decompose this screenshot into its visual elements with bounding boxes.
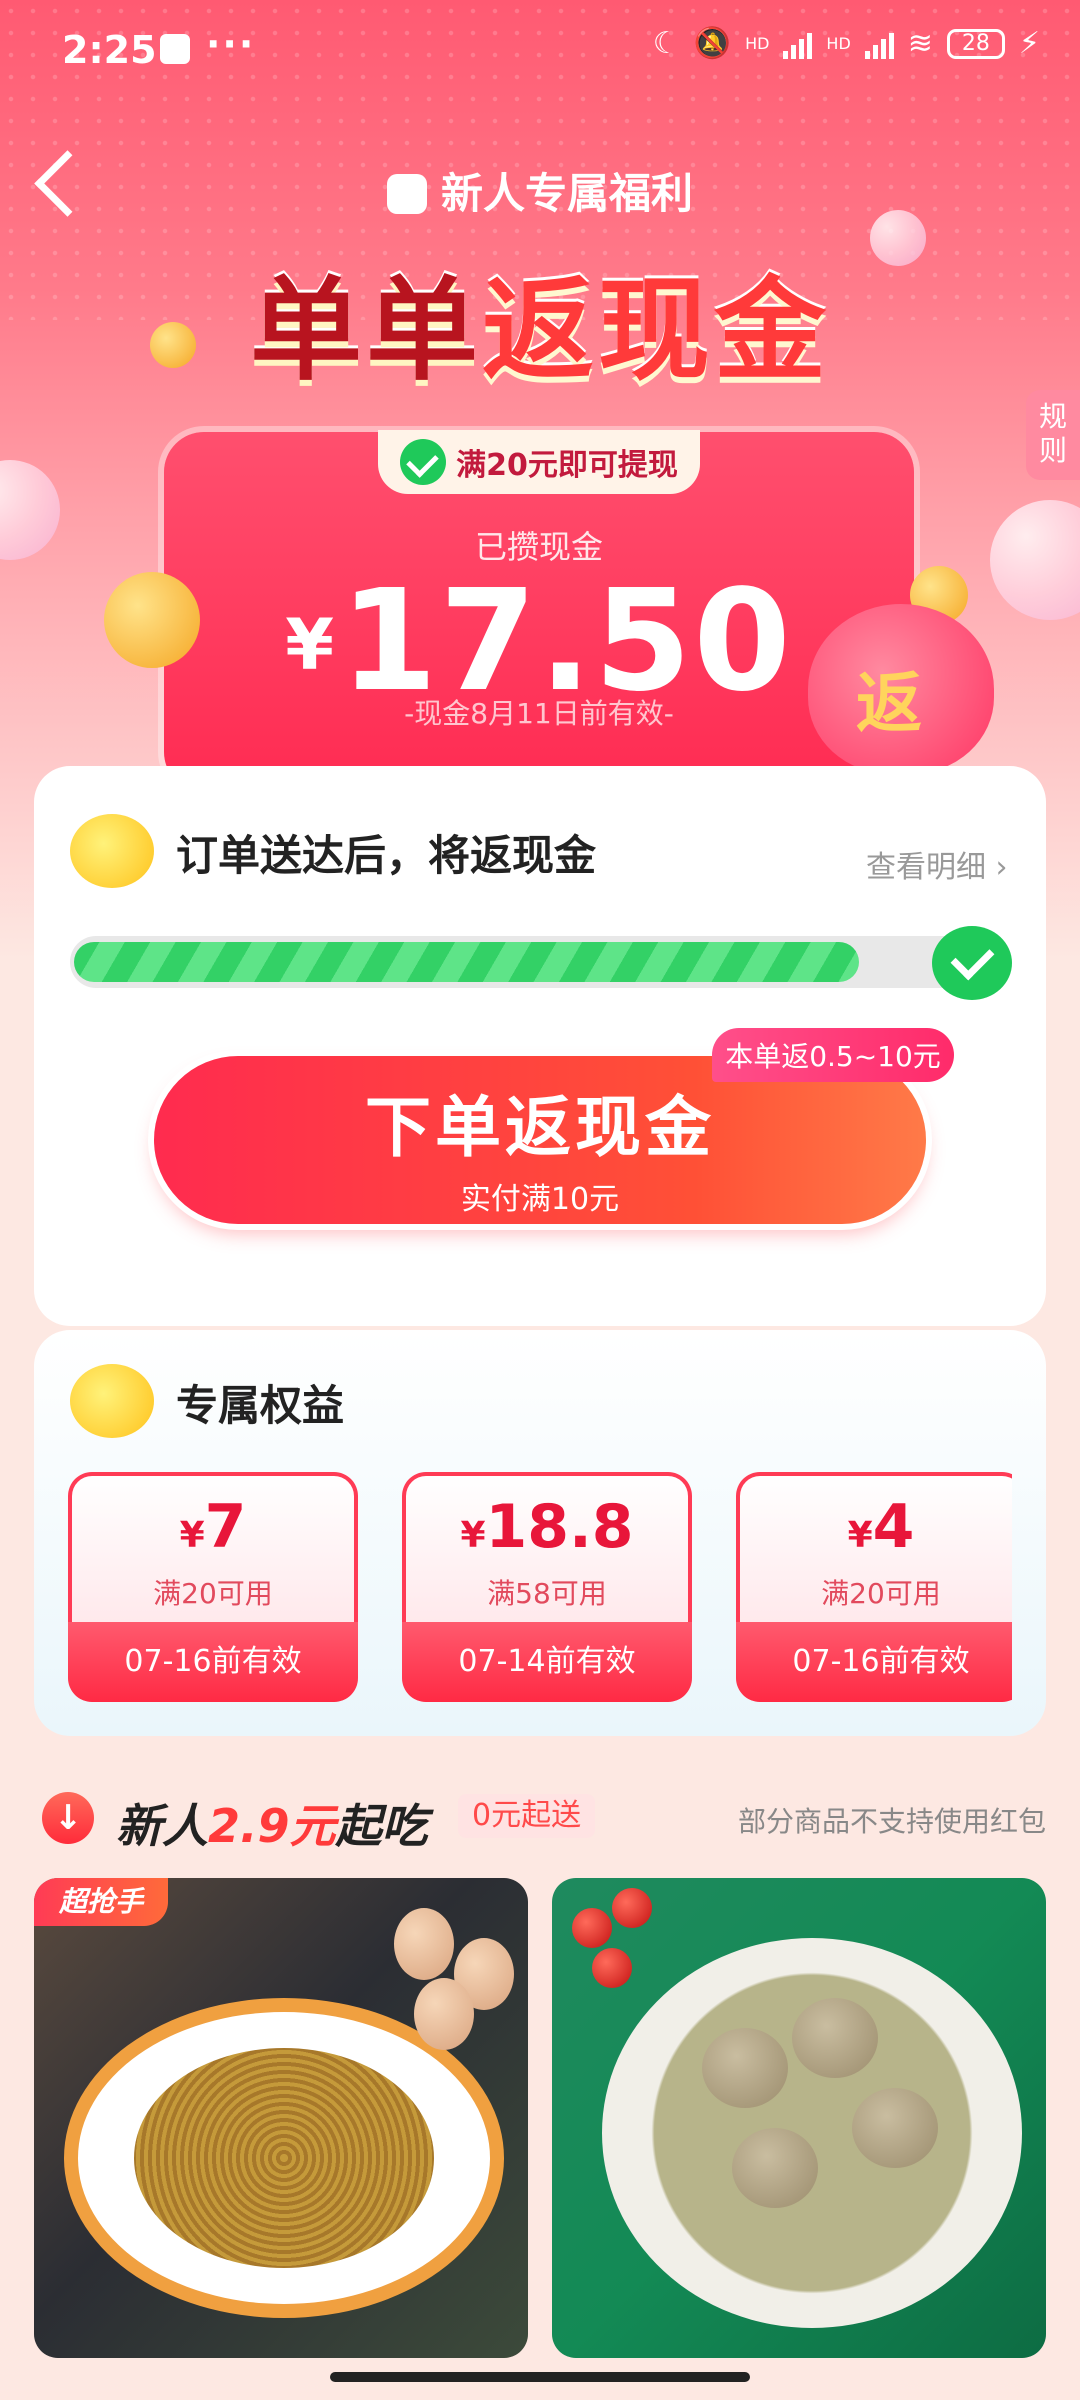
charging-icon: ⚡	[1018, 26, 1040, 61]
down-arrow-icon: ↓	[42, 1792, 94, 1844]
money-bag-icon: 返	[808, 604, 994, 774]
signal-icon	[783, 29, 813, 59]
view-detail-link[interactable]: 查看明细 ›	[866, 842, 1008, 886]
cashback-range-tag: 本单返0.5~10元	[712, 1028, 954, 1082]
coupon-currency: ¥	[460, 1515, 486, 1556]
order-button-sub: 实付满10元	[460, 1182, 620, 1217]
noodle-image	[134, 2048, 434, 2268]
cash-validity: -现金8月11日前有效-	[404, 697, 674, 730]
status-bar: 2:25 ··· ☾ 🔕 HD HD ≋ 28 ⚡	[0, 0, 1080, 100]
progress-fill	[74, 942, 859, 982]
tomato-image	[612, 1888, 652, 1928]
coupon-amount: 4	[872, 1492, 915, 1562]
mascot-icon	[70, 1364, 154, 1438]
hd-label-1: HD	[745, 34, 770, 53]
coupon-condition: 满58可用	[487, 1577, 607, 1610]
coupon-expiry: 07-16前有效	[68, 1622, 358, 1702]
newbie-title: 新人2.9元起吃	[116, 1790, 428, 1856]
meatball-image	[732, 2128, 818, 2208]
newbie-section-header: ↓ 新人2.9元起吃 0元起送 部分商品不支持使用红包	[36, 1788, 1046, 1853]
red-packet-note: 部分商品不支持使用红包	[737, 1805, 1046, 1838]
moon-icon: ☾	[652, 26, 680, 61]
food-card-noodles[interactable]	[34, 1878, 528, 2358]
coupon-currency: ¥	[179, 1515, 205, 1556]
status-icons: ☾ 🔕 HD HD ≋ 28 ⚡	[653, 26, 1040, 61]
page-title: 单单返现金	[0, 240, 1080, 402]
coin-icon	[104, 572, 200, 668]
egg-image	[414, 1978, 474, 2050]
hd-label-2: HD	[826, 34, 851, 53]
coin-decoration	[150, 322, 196, 368]
order-button-label: 下单返现金	[365, 1089, 715, 1166]
coupon-amount: 7	[204, 1492, 247, 1562]
coupon-value: ¥7	[68, 1492, 358, 1562]
chevron-right-icon: ›	[995, 850, 1008, 885]
meatball-image	[792, 1998, 878, 2078]
status-time: 2:25	[62, 28, 157, 72]
home-indicator[interactable]	[330, 2372, 750, 2382]
tomato-image	[592, 1948, 632, 1988]
signal-icon-2	[864, 29, 894, 59]
more-notifications-icon: ···	[206, 22, 256, 66]
wifi-icon: ≋	[907, 26, 933, 61]
coupon-condition: 满20可用	[153, 1577, 273, 1610]
coupon-card[interactable]: ¥4 满20可用 07-16前有效	[736, 1472, 1012, 1702]
newbie-title-a: 新人	[116, 1799, 208, 1853]
battery-level: 28	[961, 31, 990, 56]
coupon-expiry: 07-14前有效	[402, 1622, 692, 1702]
coupon-value: ¥18.8	[402, 1492, 692, 1562]
mute-icon: 🔕	[693, 26, 732, 61]
battery-icon: 28	[946, 28, 1005, 59]
withdraw-pill: 满20元即可提现	[378, 430, 700, 494]
title-part2: 返现金	[482, 266, 830, 396]
coupon-currency: ¥	[847, 1515, 873, 1556]
currency-symbol: ¥	[285, 604, 334, 686]
benefits-title: 专属权益	[176, 1381, 345, 1430]
title-part1: 单单	[250, 266, 482, 396]
rules-button[interactable]: 规则	[1026, 390, 1080, 480]
meatball-image	[702, 2028, 788, 2108]
bowl-image	[602, 1938, 1022, 2328]
app-notification-icon	[160, 34, 190, 64]
newbie-title-price: 2.9元	[208, 1799, 336, 1853]
egg-image	[394, 1908, 454, 1980]
progress-title: 订单送达后，将返现金	[176, 831, 597, 880]
tomato-image	[572, 1908, 612, 1948]
detail-text: 查看明细	[866, 850, 986, 885]
mascot-icon	[70, 814, 154, 888]
withdraw-text: 满20元即可提现	[456, 448, 678, 483]
coupon-amount: 18.8	[485, 1492, 634, 1562]
brand-text: 新人专属福利	[440, 169, 693, 218]
food-card-meatballs[interactable]	[552, 1878, 1046, 2358]
bag-char: 返	[856, 665, 922, 742]
meatball-image	[852, 2088, 938, 2168]
bubble-decoration	[870, 210, 926, 266]
coupon-expiry: 07-16前有效	[736, 1622, 1012, 1702]
brand-banner: 新人专属福利	[0, 160, 1080, 221]
wechat-check-icon	[932, 926, 1012, 1000]
newbie-title-c: 起吃	[335, 1799, 428, 1853]
gift-icon	[386, 174, 427, 214]
coupon-card[interactable]: ¥18.8 满58可用 07-14前有效	[402, 1472, 692, 1702]
coupon-condition: 满20可用	[821, 1577, 941, 1610]
wechat-icon	[400, 439, 447, 485]
hot-sale-tag: 超抢手	[34, 1878, 168, 1926]
free-delivery-badge: 0元起送	[458, 1794, 596, 1838]
coupon-value: ¥4	[736, 1492, 1012, 1562]
coupon-card[interactable]: ¥7 满20可用 07-16前有效	[68, 1472, 358, 1702]
